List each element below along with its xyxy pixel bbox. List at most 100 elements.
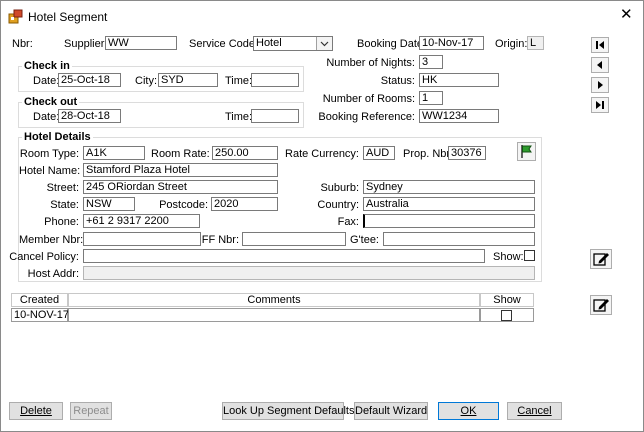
- check-out-time-field[interactable]: [251, 109, 299, 123]
- flag-icon: [521, 145, 532, 158]
- prop-nbr-label: Prop. Nbr:: [403, 148, 454, 160]
- edit-icon: [593, 253, 609, 266]
- booking-date-field[interactable]: 10-Nov-17: [419, 36, 484, 50]
- ok-button[interactable]: OK: [438, 402, 499, 420]
- edit-hotel-button[interactable]: [590, 249, 612, 269]
- last-record-icon: [596, 101, 604, 109]
- check-out-time-label: Time:: [225, 111, 253, 123]
- check-in-city-label: City:: [135, 75, 157, 87]
- next-record-icon: [598, 81, 603, 89]
- repeat-button-label: Repeat: [73, 405, 109, 417]
- repeat-button[interactable]: Repeat: [70, 402, 112, 420]
- next-record-button[interactable]: [591, 77, 609, 93]
- state-field[interactable]: NSW: [83, 197, 135, 211]
- delete-button-label: Delete: [20, 405, 52, 417]
- previous-record-icon: [597, 61, 602, 69]
- first-record-icon: [596, 41, 604, 49]
- postcode-field[interactable]: 2020: [211, 197, 278, 211]
- booking-ref-label: Booking Reference:: [318, 111, 415, 123]
- cancel-policy-label: Cancel Policy:: [9, 251, 79, 263]
- supplier-field[interactable]: WW: [105, 36, 177, 50]
- rate-currency-field[interactable]: AUD: [363, 146, 395, 160]
- check-out-date-field[interactable]: 28-Oct-18: [58, 109, 121, 123]
- row-show-cell[interactable]: [480, 308, 534, 322]
- lookup-defaults-button[interactable]: Look Up Segment Defaults: [222, 402, 354, 420]
- hotel-name-label: Hotel Name:: [19, 165, 81, 177]
- close-icon[interactable]: ✕: [620, 7, 633, 22]
- show-label: Show:: [493, 251, 524, 263]
- rooms-label: Number of Rooms:: [322, 93, 415, 105]
- host-addr-label: Host Addr:: [27, 268, 79, 280]
- room-type-label: Room Type:: [19, 148, 79, 160]
- column-header-created[interactable]: Created: [11, 293, 68, 307]
- postcode-label: Postcode:: [159, 199, 208, 211]
- hotel-segment-window: Hotel Segment ✕ Nbr: Supplier: WW Servic…: [0, 0, 644, 432]
- last-record-button[interactable]: [591, 97, 609, 113]
- edit-comments-button[interactable]: [590, 295, 612, 315]
- cancel-button[interactable]: Cancel: [507, 402, 562, 420]
- edit-icon: [593, 299, 609, 312]
- nights-field[interactable]: 3: [419, 55, 443, 69]
- check-in-date-field[interactable]: 25-Oct-18: [58, 73, 121, 87]
- ff-nbr-label: FF Nbr:: [201, 234, 239, 246]
- booking-ref-field[interactable]: WW1234: [419, 109, 499, 123]
- check-out-title: Check out: [22, 95, 80, 109]
- nights-label: Number of Nights:: [326, 57, 415, 69]
- column-header-comments[interactable]: Comments: [68, 293, 480, 307]
- default-wizard-button[interactable]: Default Wizard: [354, 402, 428, 420]
- title-bar: Hotel Segment ✕: [1, 1, 643, 31]
- fax-label: Fax:: [337, 216, 359, 228]
- country-field[interactable]: Australia: [363, 197, 535, 211]
- supplier-label: Supplier:: [64, 38, 108, 50]
- check-in-date-label: Date:: [33, 75, 60, 87]
- hotel-details-title: Hotel Details: [22, 130, 93, 144]
- gtee-field[interactable]: [383, 232, 535, 246]
- hotel-name-field[interactable]: Stamford Plaza Hotel: [83, 163, 278, 177]
- app-icon: [8, 9, 23, 24]
- host-addr-field: [83, 266, 535, 280]
- prop-nbr-field[interactable]: 30376: [448, 146, 486, 160]
- row-comments-cell[interactable]: [68, 308, 480, 322]
- fax-field[interactable]: [363, 214, 535, 228]
- cancel-button-label: Cancel: [517, 405, 552, 417]
- dropdown-button[interactable]: [316, 37, 332, 50]
- service-code-value: Hotel: [256, 37, 282, 49]
- room-rate-label: Room Rate:: [151, 148, 210, 160]
- ok-button-label: OK: [460, 405, 477, 417]
- service-code-select[interactable]: Hotel: [253, 36, 333, 51]
- check-out-date-label: Date:: [33, 111, 60, 123]
- room-rate-field[interactable]: 250.00: [212, 146, 278, 160]
- suburb-field[interactable]: Sydney: [363, 180, 535, 194]
- member-nbr-field[interactable]: [83, 232, 201, 246]
- check-in-city-field[interactable]: SYD: [158, 73, 218, 87]
- street-field[interactable]: 245 ORiordan Street: [83, 180, 278, 194]
- room-type-field[interactable]: A1K: [83, 146, 145, 160]
- cancel-policy-field[interactable]: [83, 249, 485, 263]
- rooms-field[interactable]: 1: [419, 91, 443, 105]
- delete-button[interactable]: Delete: [9, 402, 63, 420]
- origin-label: Origin:: [495, 38, 528, 50]
- window-title: Hotel Segment: [28, 10, 108, 24]
- check-in-title: Check in: [22, 59, 72, 73]
- row-show-checkbox[interactable]: [501, 310, 512, 321]
- check-in-time-field[interactable]: [251, 73, 299, 87]
- row-created-cell[interactable]: 10-NOV-17: [11, 308, 69, 322]
- status-label: Status:: [380, 75, 415, 87]
- previous-record-button[interactable]: [591, 57, 609, 73]
- chevron-down-icon: [320, 41, 329, 47]
- service-code-label: Service Code:: [189, 38, 259, 50]
- column-header-show[interactable]: Show: [480, 293, 534, 307]
- origin-field: L: [527, 36, 544, 50]
- first-record-button[interactable]: [591, 37, 609, 53]
- phone-label: Phone:: [44, 216, 79, 228]
- status-field[interactable]: HK: [419, 73, 499, 87]
- show-checkbox[interactable]: [524, 250, 535, 261]
- phone-field[interactable]: +61 2 9317 2200: [83, 214, 200, 228]
- flag-button[interactable]: [517, 142, 536, 161]
- ff-nbr-field[interactable]: [242, 232, 346, 246]
- comments-table: Created Comments Show 10-NOV-17: [11, 293, 535, 323]
- check-in-time-label: Time:: [225, 75, 253, 87]
- suburb-label: Suburb:: [320, 182, 359, 194]
- gtee-label: G'tee:: [349, 234, 379, 246]
- nbr-label: Nbr:: [12, 38, 33, 50]
